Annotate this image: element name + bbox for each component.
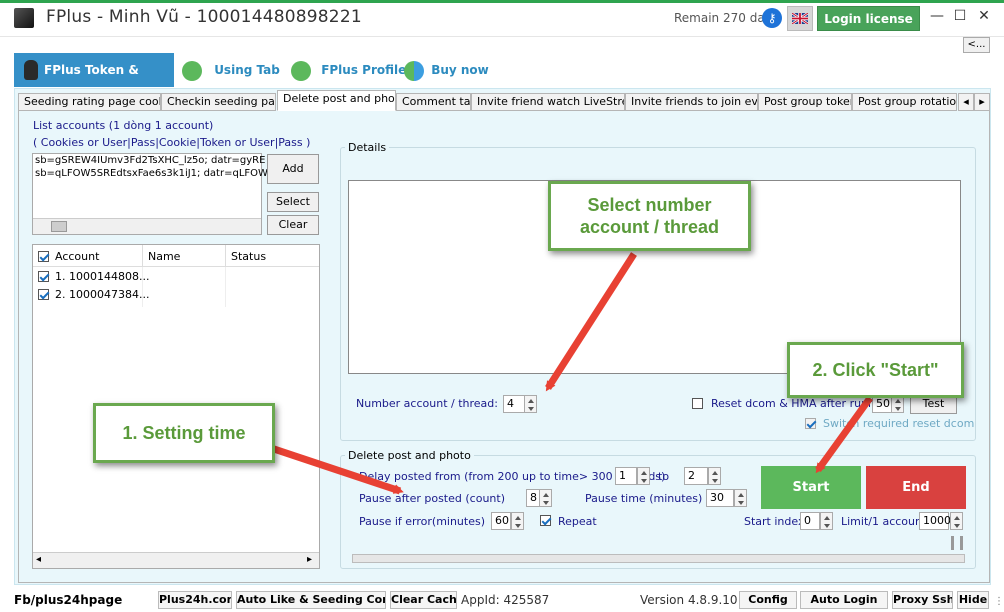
facebook-page-link[interactable]: Fb/plus24hpage [14, 593, 122, 607]
callout-select-number: Select number account / thread [548, 181, 751, 251]
auto-like-seeding-button[interactable]: Auto Like & Seeding Com... [236, 591, 386, 609]
auto-login-button[interactable]: Auto Login [800, 591, 888, 609]
config-button[interactable]: Config [739, 591, 797, 609]
annotation-arrows [272, 252, 873, 495]
clear-cache-button[interactable]: Clear Cache [390, 591, 457, 609]
version-label: Version 4.8.9.10 [640, 593, 738, 607]
app-id: AppId: 425587 [461, 593, 550, 607]
arrow-to-thread [545, 252, 637, 392]
resize-grip-icon[interactable]: ⋮ [994, 596, 1004, 607]
hide-button[interactable]: Hide [957, 591, 989, 609]
proxy-ssh-button[interactable]: Proxy Ssh [892, 591, 953, 609]
callout-setting-time: 1. Setting time [93, 403, 275, 463]
arrow-to-start [815, 395, 873, 474]
arrow-to-pause-count [272, 445, 404, 495]
callout-click-start: 2. Click "Start" [787, 342, 964, 398]
plus24h-link[interactable]: Plus24h.com [158, 591, 232, 609]
